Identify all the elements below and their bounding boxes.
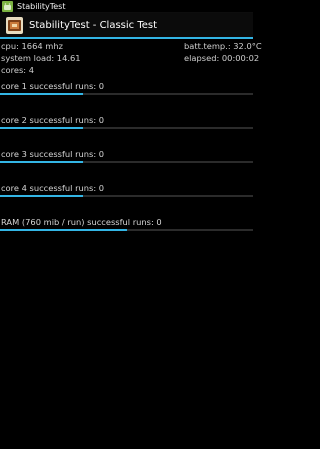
core-2-test: core 2 successful runs: 0 [0,110,253,144]
ram-runs-label: RAM (760 mib / run) successful runs: 0 [1,217,162,227]
action-bar: StabilityTest - Classic Test [0,13,253,37]
core-2-progress-bar [0,127,84,129]
core-4-runs-label: core 4 successful runs: 0 [1,183,105,193]
core-2-runs-label: core 2 successful runs: 0 [1,115,105,125]
core-3-progress-track [0,161,253,163]
system-info-panel: cpu: 1664 mhz batt.temp.: 32.0°C system … [0,39,262,76]
core-3-progress-bar [0,161,84,163]
core-4-progress-track [0,195,253,197]
core-2-progress-track [0,127,253,129]
ram-test: RAM (760 mib / run) successful runs: 0 [0,212,253,246]
core-1-runs-label: core 1 successful runs: 0 [1,81,105,91]
ram-progress-bar [0,229,127,231]
status-bar: StabilityTest [0,0,253,13]
ram-progress-track [0,229,253,231]
core-1-test: core 1 successful runs: 0 [0,76,253,110]
elapsed-time: elapsed: 00:00:02 [184,53,260,63]
stability-test-app-icon[interactable] [6,16,23,34]
battery-temperature: batt.temp.: 32.0°C [184,41,262,51]
test-list: core 1 successful runs: 0 core 2 success… [0,76,253,246]
core-3-runs-label: core 3 successful runs: 0 [1,149,105,159]
status-app-name: StabilityTest [17,1,66,11]
core-count: cores: 4 [1,65,35,75]
core-1-progress-track [0,93,253,95]
core-4-progress-bar [0,195,84,197]
core-1-progress-bar [0,93,84,95]
cpu-frequency: cpu: 1664 mhz [1,41,63,51]
core-3-test: core 3 successful runs: 0 [0,144,253,178]
core-4-test: core 4 successful runs: 0 [0,178,253,212]
android-icon [2,0,13,12]
system-load: system load: 14.61 [1,53,81,63]
screen-title: StabilityTest - Classic Test [29,19,158,31]
